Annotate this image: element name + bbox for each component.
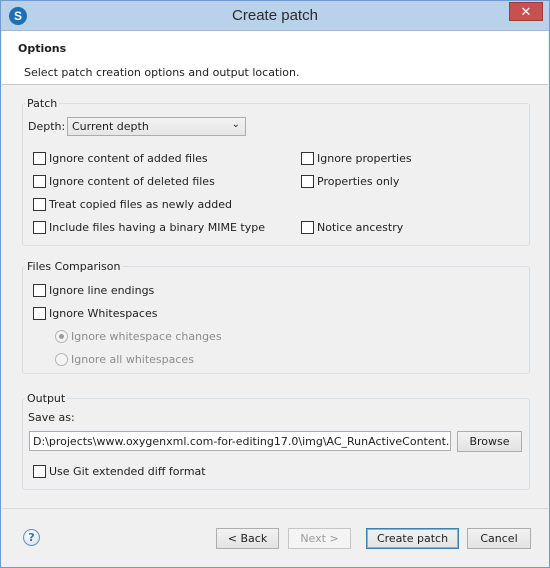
notice-ancestry-label[interactable]: Notice ancestry bbox=[317, 221, 403, 234]
include-binary-checkbox[interactable] bbox=[33, 221, 46, 234]
browse-button[interactable]: Browse bbox=[457, 431, 522, 452]
ignore-whitespace-changes-label[interactable]: Ignore whitespace changes bbox=[71, 330, 222, 343]
patch-group-label: Patch bbox=[25, 97, 60, 110]
chevron-down-icon: ⌄ bbox=[231, 119, 240, 130]
files-comparison-label: Files Comparison bbox=[25, 260, 123, 273]
create-patch-dialog: S Create patch ✕ Options Select patch cr… bbox=[0, 0, 550, 568]
treat-copied-label[interactable]: Treat copied files as newly added bbox=[49, 198, 232, 211]
depth-select-value: Current depth bbox=[72, 120, 149, 133]
ignore-line-endings-label[interactable]: Ignore line endings bbox=[49, 284, 154, 297]
ignore-whitespaces-label[interactable]: Ignore Whitespaces bbox=[49, 307, 157, 320]
notice-ancestry-checkbox[interactable] bbox=[301, 221, 314, 234]
help-icon[interactable]: ? bbox=[23, 529, 40, 546]
ignore-whitespace-changes-radio[interactable] bbox=[55, 330, 68, 343]
close-button[interactable]: ✕ bbox=[509, 2, 543, 21]
header-title: Options bbox=[18, 42, 67, 55]
cancel-button[interactable]: Cancel bbox=[467, 528, 531, 549]
ignore-properties-checkbox[interactable] bbox=[301, 152, 314, 165]
output-group-label: Output bbox=[25, 392, 68, 405]
footer-divider bbox=[2, 508, 548, 509]
window-title: Create patch bbox=[232, 7, 318, 24]
ignore-added-label[interactable]: Ignore content of added files bbox=[49, 152, 208, 165]
depth-label: Depth: bbox=[28, 120, 66, 133]
properties-only-checkbox[interactable] bbox=[301, 175, 314, 188]
save-as-label: Save as: bbox=[28, 411, 75, 424]
ignore-all-whitespaces-radio[interactable] bbox=[55, 353, 68, 366]
ignore-all-whitespaces-label[interactable]: Ignore all whitespaces bbox=[71, 353, 194, 366]
create-patch-button[interactable]: Create patch bbox=[366, 528, 459, 549]
ignore-properties-label[interactable]: Ignore properties bbox=[317, 152, 412, 165]
ignore-line-endings-checkbox[interactable] bbox=[33, 284, 46, 297]
back-button[interactable]: < Back bbox=[216, 528, 279, 549]
depth-select[interactable]: Current depth ⌄ bbox=[67, 117, 246, 136]
ignore-whitespaces-checkbox[interactable] bbox=[33, 307, 46, 320]
next-button[interactable]: Next > bbox=[288, 528, 351, 549]
save-as-field[interactable]: D:\projects\www.oxygenxml.com-for-editin… bbox=[29, 431, 451, 451]
ignore-added-checkbox[interactable] bbox=[33, 152, 46, 165]
dialog-header: Options Select patch creation options an… bbox=[2, 31, 548, 85]
title-bar[interactable]: S Create patch ✕ bbox=[1, 1, 549, 31]
ignore-deleted-label[interactable]: Ignore content of deleted files bbox=[49, 175, 215, 188]
properties-only-label[interactable]: Properties only bbox=[317, 175, 399, 188]
ignore-deleted-checkbox[interactable] bbox=[33, 175, 46, 188]
git-format-label[interactable]: Use Git extended diff format bbox=[49, 465, 206, 478]
header-description: Select patch creation options and output… bbox=[24, 66, 300, 79]
treat-copied-checkbox[interactable] bbox=[33, 198, 46, 211]
git-format-checkbox[interactable] bbox=[33, 465, 46, 478]
include-binary-label[interactable]: Include files having a binary MIME type bbox=[49, 221, 265, 234]
